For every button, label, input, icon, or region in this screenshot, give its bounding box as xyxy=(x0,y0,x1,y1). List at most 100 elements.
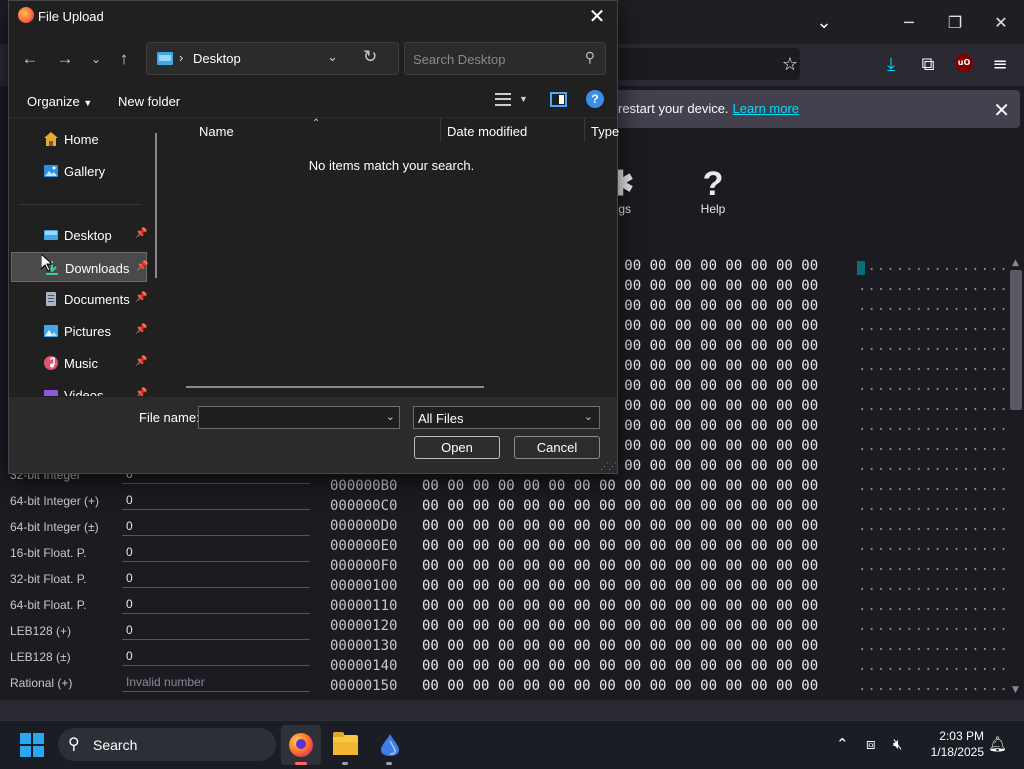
taskbar-app[interactable] xyxy=(369,725,409,765)
hex-ascii[interactable]: ................ xyxy=(858,356,1009,376)
search-icon[interactable]: ⚲ xyxy=(585,49,595,66)
taskbar-file-explorer[interactable] xyxy=(325,725,365,765)
cancel-button[interactable]: Cancel xyxy=(514,436,600,459)
hex-ascii[interactable]: ................ xyxy=(858,416,1009,436)
inspector-value[interactable]: 0 xyxy=(122,514,310,536)
file-name-combobox[interactable]: ⌄ xyxy=(198,406,400,429)
hex-row[interactable]: 00000110 00 00 00 00 00 00 00 00 00 00 00… xyxy=(322,596,1008,616)
up-arrow-icon[interactable]: ↑ xyxy=(110,45,138,73)
hex-bytes[interactable]: 00 00 00 00 00 00 00 00 00 00 00 00 00 0… xyxy=(422,496,818,516)
chevron-up-icon[interactable]: ⌃ xyxy=(836,735,849,753)
menu-icon[interactable]: ≡ xyxy=(984,48,1016,80)
nav-item-music[interactable]: Music 📌 xyxy=(11,348,147,378)
hex-ascii[interactable]: ................ xyxy=(858,556,1009,576)
hex-row[interactable]: 000000B0 00 00 00 00 00 00 00 00 00 00 00… xyxy=(322,476,1008,496)
file-name-input[interactable] xyxy=(203,409,377,427)
forward-arrow-icon[interactable]: → xyxy=(51,45,79,73)
notification-bell-icon[interactable]: 🔔︎ xyxy=(988,735,1007,753)
hex-row[interactable]: 000000C0 00 00 00 00 00 00 00 00 00 00 00… xyxy=(322,496,1008,516)
hex-ascii[interactable]: ................ xyxy=(858,576,1009,596)
list-all-tabs-icon[interactable]: ⌄ xyxy=(808,6,840,38)
hex-row[interactable]: 00000130 00 00 00 00 00 00 00 00 00 00 00… xyxy=(322,636,1008,656)
nav-item-videos[interactable]: Videos 📌 xyxy=(11,380,147,396)
new-folder-button[interactable]: New folder xyxy=(118,94,180,109)
hex-bytes[interactable]: 00 00 00 00 00 00 00 00 00 00 00 00 00 0… xyxy=(422,576,818,596)
hex-ascii[interactable]: ................ xyxy=(858,256,1009,276)
inspector-value[interactable]: 0 xyxy=(122,644,310,666)
learn-more-link[interactable]: Learn more xyxy=(733,101,799,116)
refresh-icon[interactable]: ↻ xyxy=(363,47,377,67)
notification-close-icon[interactable]: ✕ xyxy=(993,98,1010,123)
hex-bytes[interactable]: 00 00 00 00 00 00 00 00 00 00 00 00 00 0… xyxy=(422,656,818,676)
organize-button[interactable]: Organize ▼ xyxy=(27,94,92,109)
resize-grip-icon[interactable]: ⋰⋰ xyxy=(600,461,617,472)
recent-locations-chevron-icon[interactable]: ⌄ xyxy=(82,45,110,73)
bookmark-star-icon[interactable]: ☆ xyxy=(774,48,806,80)
hex-bytes[interactable]: 00 00 00 00 00 00 00 00 00 00 00 00 00 0… xyxy=(422,516,818,536)
scroll-down-icon[interactable]: ▼ xyxy=(1012,685,1019,695)
hex-ascii[interactable]: ................ xyxy=(858,336,1009,356)
file-type-select[interactable]: All Files ⌄ xyxy=(413,406,600,429)
hex-ascii[interactable]: ................ xyxy=(858,596,1009,616)
hex-bytes[interactable]: 00 00 00 00 00 00 00 00 00 00 00 00 00 0… xyxy=(422,596,818,616)
column-header-name[interactable]: Name xyxy=(199,124,234,139)
search-box[interactable]: ⚲ xyxy=(404,42,606,75)
hex-bytes[interactable]: 00 00 00 00 00 00 00 00 00 00 00 00 00 0… xyxy=(422,536,818,556)
hex-ascii[interactable]: ................ xyxy=(858,476,1009,496)
hex-ascii[interactable]: ................ xyxy=(858,656,1009,676)
address-dropdown-icon[interactable]: ⌄ xyxy=(327,49,338,65)
hex-row[interactable]: 000000F0 00 00 00 00 00 00 00 00 00 00 00… xyxy=(322,556,1008,576)
column-header-date-modified[interactable]: Date modified xyxy=(447,124,527,139)
taskbar-search[interactable]: ⚲ Search xyxy=(58,728,276,761)
nav-item-downloads[interactable]: Downloads 📌 xyxy=(11,252,148,282)
column-separator[interactable] xyxy=(440,118,441,142)
extensions-icon[interactable]: ⧉ xyxy=(912,48,944,80)
hex-bytes[interactable]: 00 00 00 00 00 00 00 00 00 00 00 00 00 0… xyxy=(422,616,818,636)
clock[interactable]: 2:03 PM 1/18/2025 xyxy=(918,728,984,760)
breadcrumb-chevron-icon[interactable]: › xyxy=(179,50,183,65)
hex-ascii[interactable]: ................ xyxy=(858,436,1009,456)
display-icon[interactable]: ⧈ xyxy=(866,735,876,753)
preview-pane-icon[interactable] xyxy=(550,92,567,107)
inspector-value[interactable]: 0 xyxy=(122,540,310,562)
column-header-type[interactable]: Type xyxy=(591,124,619,139)
inspector-value[interactable]: 0 xyxy=(122,618,310,640)
hex-ascii[interactable]: ................ xyxy=(858,276,1009,296)
view-options-icon[interactable] xyxy=(495,93,511,106)
hex-scrollbar-thumb[interactable] xyxy=(1010,270,1022,410)
close-window-button[interactable]: ✕ xyxy=(978,0,1024,44)
hex-ascii[interactable]: ................ xyxy=(858,676,1009,696)
hex-ascii[interactable]: ................ xyxy=(858,296,1009,316)
minimize-button[interactable]: ─ xyxy=(886,0,932,44)
nav-item-pictures[interactable]: Pictures 📌 xyxy=(11,316,147,346)
hex-ascii[interactable]: ................ xyxy=(858,316,1009,336)
hex-ascii[interactable]: ................ xyxy=(858,456,1009,476)
ublock-origin-icon[interactable]: uO xyxy=(955,54,973,72)
inspector-value[interactable]: 0 xyxy=(122,592,310,614)
hex-bytes[interactable]: 00 00 00 00 00 00 00 00 00 00 00 00 00 0… xyxy=(422,676,818,696)
nav-item-gallery[interactable]: Gallery xyxy=(11,156,147,186)
nav-item-home[interactable]: Home xyxy=(11,124,147,154)
inspector-value[interactable]: 0 xyxy=(122,488,310,510)
volume-muted-icon[interactable]: 🔇︎ xyxy=(893,735,902,753)
inspector-value[interactable]: 0 xyxy=(122,566,310,588)
scroll-up-icon[interactable]: ▲ xyxy=(1012,258,1019,268)
nav-item-desktop[interactable]: Desktop 📌 xyxy=(11,220,147,250)
hex-row[interactable]: 00000140 00 00 00 00 00 00 00 00 00 00 00… xyxy=(322,656,1008,676)
hex-row[interactable]: 00000100 00 00 00 00 00 00 00 00 00 00 00… xyxy=(322,576,1008,596)
nav-item-documents[interactable]: Documents 📌 xyxy=(11,284,147,314)
hex-row[interactable]: 00000120 00 00 00 00 00 00 00 00 00 00 00… xyxy=(322,616,1008,636)
horizontal-scrollbar[interactable] xyxy=(186,386,484,388)
url-bar[interactable] xyxy=(600,48,800,80)
hex-ascii[interactable]: ................ xyxy=(858,376,1009,396)
inspector-value[interactable]: Invalid number xyxy=(122,670,310,692)
back-arrow-icon[interactable]: ← xyxy=(16,45,44,73)
restore-button[interactable]: ❐ xyxy=(932,0,978,44)
hex-ascii[interactable]: ................ xyxy=(858,536,1009,556)
hex-ascii[interactable]: ................ xyxy=(858,396,1009,416)
hex-row[interactable]: 000000E0 00 00 00 00 00 00 00 00 00 00 00… xyxy=(322,536,1008,556)
hex-bytes[interactable]: 00 00 00 00 00 00 00 00 00 00 00 00 00 0… xyxy=(422,636,818,656)
start-button[interactable] xyxy=(20,733,44,757)
help-tool[interactable]: ? Help xyxy=(690,166,736,216)
column-separator[interactable] xyxy=(584,118,585,142)
